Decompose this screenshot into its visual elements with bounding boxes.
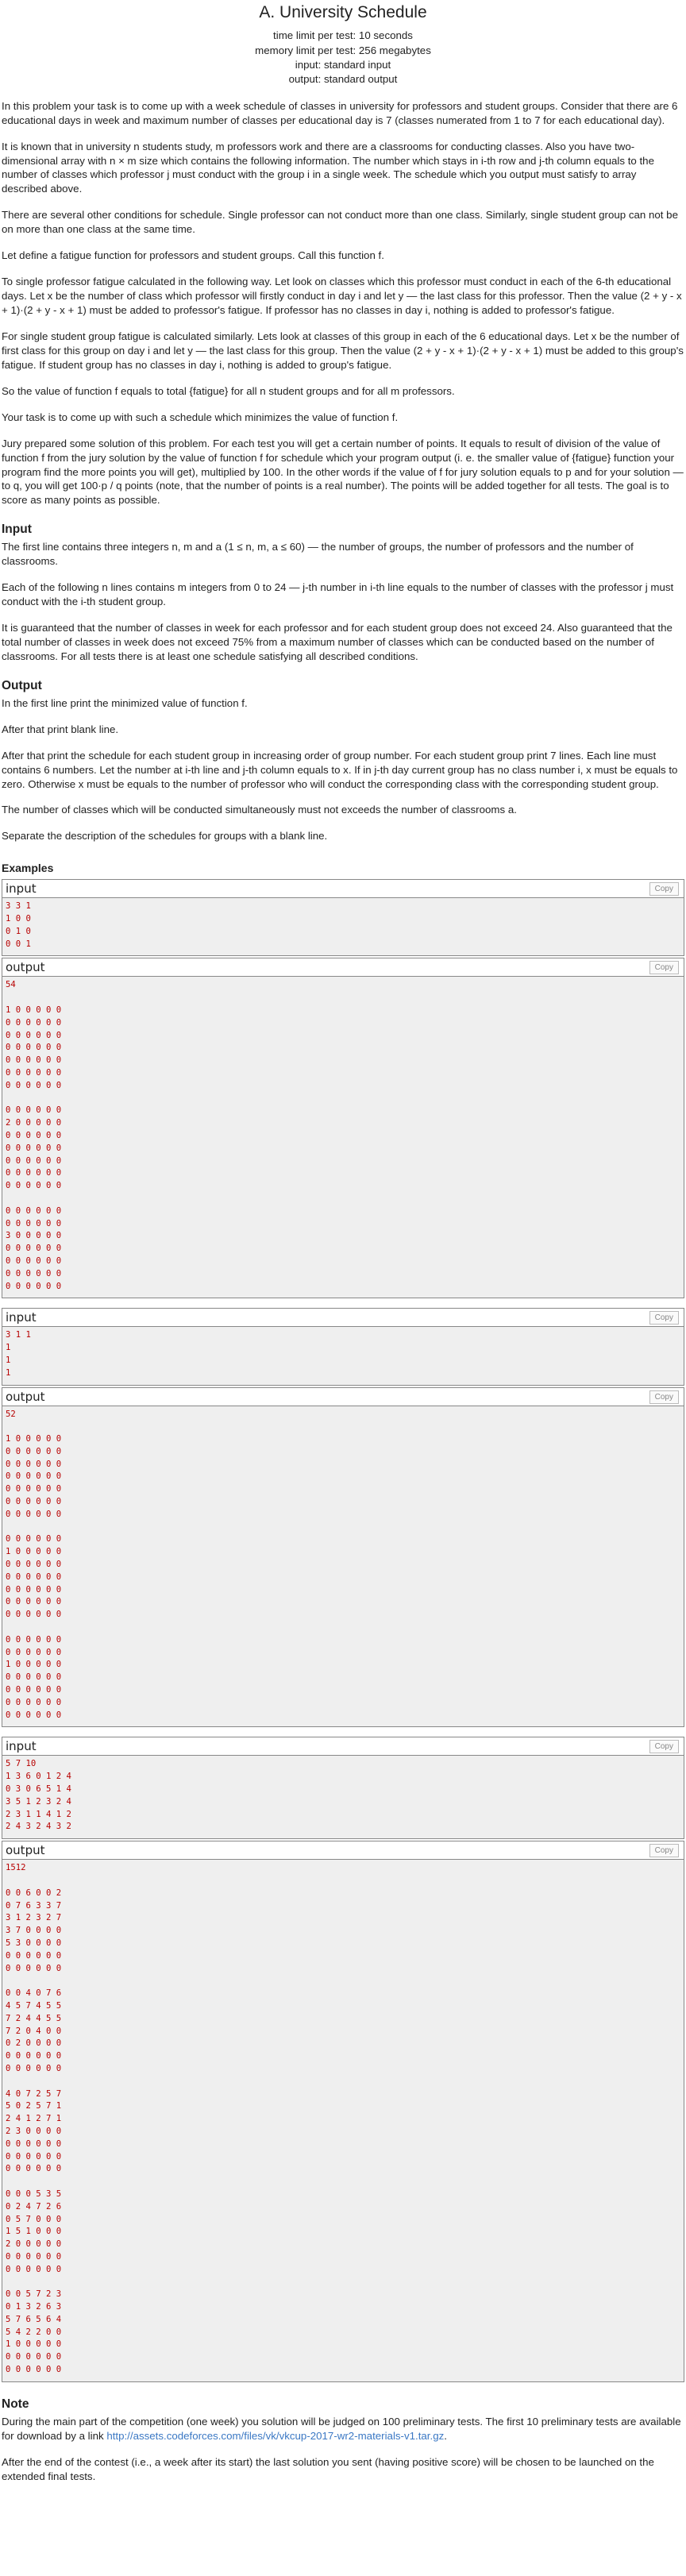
output-paragraph: After that print blank line. (2, 723, 119, 735)
example-input-box: input Copy 3 3 1 1 0 0 0 1 0 0 0 1 (2, 879, 684, 957)
note-paragraph: During the main part of the competition … (2, 2415, 684, 2443)
example-output-text[interactable]: 52 1 0 0 0 0 0 0 0 0 0 0 0 0 0 0 0 0 0 0… (2, 1406, 684, 1727)
legend: In this problem your task is to come up … (2, 99, 684, 508)
note-paragraph: After the end of the contest (i.e., a we… (2, 2455, 654, 2482)
input-label: input (6, 1739, 37, 1754)
output-file: output: standard output (288, 73, 398, 86)
example-output-header: output Copy (2, 1841, 684, 1861)
examples-title: Examples (2, 862, 54, 875)
statement-paragraph: To single professor fatigue calculated i… (2, 276, 682, 317)
input-specification: Input The first line contains three inte… (2, 522, 684, 663)
statement-paragraph: It is known that in university n student… (2, 140, 654, 195)
problem-header: A. University Schedule time limit per te… (2, 0, 684, 87)
copy-output-button[interactable]: Copy (649, 1844, 679, 1858)
output-label: output (6, 960, 45, 975)
example-3: input Copy 5 7 10 1 3 6 0 1 2 4 0 3 0 6 … (2, 1737, 684, 2382)
statement-paragraph: Your task is to come up with such a sche… (2, 411, 399, 423)
statement-paragraph: Jury prepared some solution of this prob… (2, 437, 684, 507)
statement-paragraph: There are several other conditions for s… (2, 209, 678, 236)
statement-paragraph: For single student group fatigue is calc… (2, 330, 684, 371)
example-input-text[interactable]: 5 7 10 1 3 6 0 1 2 4 0 3 0 6 5 1 4 3 5 1… (2, 1756, 684, 1838)
example-input-box: input Copy 3 1 1 1 1 1 (2, 1308, 684, 1386)
input-file: input: standard input (295, 59, 391, 71)
statement-paragraph: Let define a fatigue function for profes… (2, 249, 384, 262)
statement-paragraph: So the value of function f equals to tot… (2, 384, 455, 397)
output-paragraph: In the first line print the minimized va… (2, 696, 248, 709)
input-paragraph: Each of the following n lines contains m… (2, 581, 674, 608)
materials-download-link[interactable]: http://assets.codeforces.com/files/vk/vk… (106, 2430, 444, 2442)
output-label: output (6, 1389, 45, 1404)
output-specification: Output In the first line print the minim… (2, 678, 684, 843)
copy-output-button[interactable]: Copy (649, 961, 679, 975)
note-title: Note (2, 2397, 29, 2411)
input-paragraph: It is guaranteed that the number of clas… (2, 622, 673, 662)
example-output-text[interactable]: 54 1 0 0 0 0 0 0 0 0 0 0 0 0 0 0 0 0 0 0… (2, 977, 684, 1298)
example-output-text[interactable]: 1512 0 0 6 0 0 2 0 7 6 3 3 7 3 1 2 3 2 7… (2, 1860, 684, 2381)
output-paragraph: Separate the description of the schedule… (2, 830, 328, 843)
example-output-box: output Copy 52 1 0 0 0 0 0 0 0 0 0 0 0 0… (2, 1386, 684, 1728)
note: Note During the main part of the competi… (2, 2397, 684, 2484)
note-text-end: . (444, 2429, 447, 2442)
time-limit: time limit per test: 10 seconds (273, 29, 413, 42)
example-input-text[interactable]: 3 1 1 1 1 1 (2, 1327, 684, 1384)
output-paragraph: The number of classes which will be cond… (2, 804, 517, 816)
example-input-header: input Copy (2, 1309, 684, 1328)
input-label: input (6, 1310, 37, 1325)
copy-output-button[interactable]: Copy (649, 1390, 679, 1404)
input-label: input (6, 881, 37, 897)
example-input-header: input Copy (2, 880, 684, 899)
example-input-header: input Copy (2, 1737, 684, 1757)
copy-input-button[interactable]: Copy (649, 1311, 679, 1325)
output-paragraph: After that print the schedule for each s… (2, 749, 678, 790)
example-output-box: output Copy 54 1 0 0 0 0 0 0 0 0 0 0 0 0… (2, 958, 684, 1299)
example-output-box: output Copy 1512 0 0 6 0 0 2 0 7 6 3 3 7… (2, 1841, 684, 2382)
sample-tests: Examples input Copy 3 3 1 1 0 0 0 1 0 0 … (2, 861, 684, 2382)
copy-input-button[interactable]: Copy (649, 1740, 679, 1754)
statement-paragraph: In this problem your task is to come up … (2, 99, 678, 126)
example-2: input Copy 3 1 1 1 1 1 output Copy 52 1 … (2, 1308, 684, 1728)
memory-limit: memory limit per test: 256 megabytes (255, 44, 431, 56)
example-output-header: output Copy (2, 1387, 684, 1406)
input-section-title: Input (2, 523, 32, 537)
output-section-title: Output (2, 678, 42, 692)
problem-title: A. University Schedule (259, 3, 427, 21)
example-input-text[interactable]: 3 3 1 1 0 0 0 1 0 0 0 1 (2, 898, 684, 955)
example-output-header: output Copy (2, 958, 684, 978)
problem-statement: A. University Schedule time limit per te… (0, 0, 686, 2484)
example-input-box: input Copy 5 7 10 1 3 6 0 1 2 4 0 3 0 6 … (2, 1737, 684, 1840)
example-1: input Copy 3 3 1 1 0 0 0 1 0 0 0 1 outpu… (2, 879, 684, 1299)
output-label: output (6, 1843, 45, 1858)
input-paragraph: The first line contains three integers n… (2, 541, 634, 568)
copy-input-button[interactable]: Copy (649, 882, 679, 897)
